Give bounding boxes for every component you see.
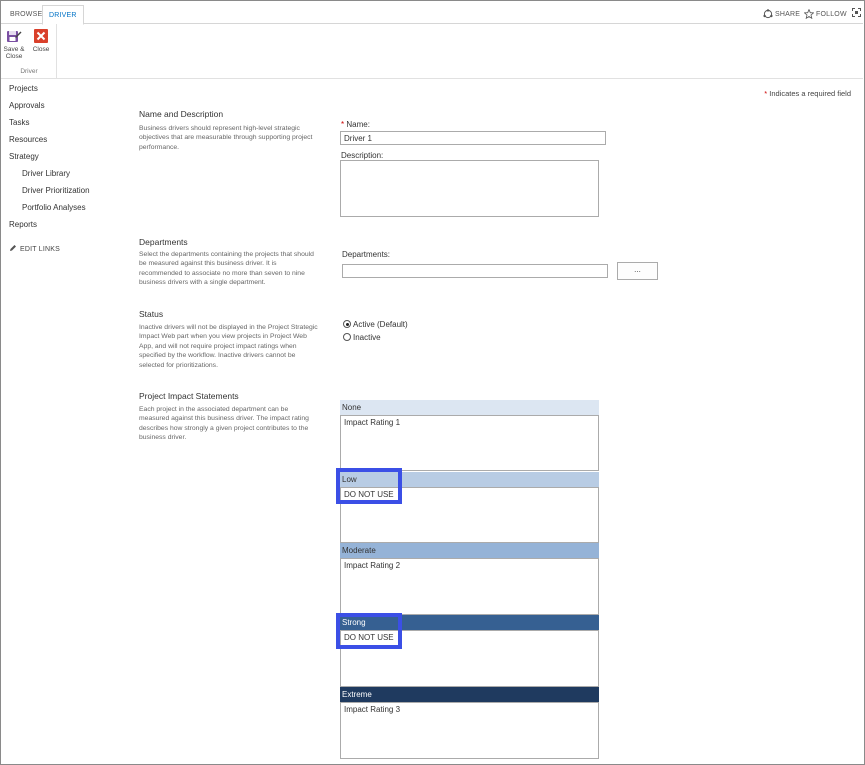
name-label-text: Name:	[346, 120, 370, 129]
nav-item-approvals[interactable]: Approvals	[9, 100, 119, 117]
left-nav: Projects Approvals Tasks Resources Strat…	[9, 83, 119, 253]
section-desc-departments: Select the departments containing the pr…	[139, 251, 314, 287]
close-icon	[34, 29, 48, 43]
share-icon	[763, 9, 773, 19]
close-label: Close	[32, 46, 50, 53]
radio-inactive-indicator[interactable]	[343, 333, 351, 341]
nav-item-driver-library[interactable]: Driver Library	[9, 168, 119, 185]
edit-links-label: EDIT LINKS	[20, 246, 60, 253]
save-close-button[interactable]: Save & Close	[3, 28, 25, 60]
nav-item-tasks[interactable]: Tasks	[9, 117, 119, 134]
save-close-label-1: Save &	[3, 46, 25, 53]
ribbon-group-driver: Save & Close Close Driver	[1, 24, 57, 78]
impact-text-moderate: Impact Rating 2	[344, 561, 401, 570]
section-desc-name: Business drivers should represent high-l…	[139, 125, 313, 151]
top-bar: BROWSE DRIVER SHARE FOLLOW	[1, 1, 863, 25]
highlight-box-low	[336, 468, 402, 504]
departments-label: Departments:	[342, 250, 391, 259]
impact-header-moderate: Moderate	[340, 543, 599, 558]
ribbon: Save & Close Close Driver	[1, 24, 863, 79]
departments-browse-button[interactable]: ...	[617, 262, 658, 280]
impact-text-extreme: Impact Rating 3	[344, 705, 401, 714]
required-star: *	[764, 89, 768, 98]
impact-text-none: Impact Rating 1	[344, 418, 401, 427]
nav-item-driver-prioritization[interactable]: Driver Prioritization	[9, 185, 119, 202]
star-icon	[804, 9, 814, 19]
follow-button[interactable]: FOLLOW	[804, 9, 847, 19]
share-button[interactable]: SHARE	[763, 9, 800, 19]
section-title-status: Status	[139, 309, 164, 319]
follow-label: FOLLOW	[816, 10, 847, 18]
name-input[interactable]	[340, 131, 606, 145]
departments-input[interactable]	[342, 264, 608, 278]
impact-header-none: None	[340, 400, 599, 415]
section-title-departments: Departments	[139, 237, 188, 247]
close-button[interactable]: Close	[29, 28, 53, 53]
tab-driver[interactable]: DRIVER	[42, 5, 84, 25]
nav-item-portfolio-analyses[interactable]: Portfolio Analyses	[9, 202, 119, 219]
nav-item-projects[interactable]: Projects	[9, 83, 119, 100]
pencil-icon	[10, 245, 16, 251]
highlight-box-strong	[336, 613, 402, 649]
description-label: Description:	[341, 151, 384, 160]
nav-item-reports[interactable]: Reports	[9, 219, 119, 236]
section-title-name: Name and Description	[139, 109, 224, 119]
status-inactive-radio[interactable]: Inactive	[343, 333, 381, 342]
ribbon-group-label: Driver	[20, 68, 38, 75]
radio-active-indicator[interactable]	[343, 320, 351, 328]
status-active-radio[interactable]: Active (Default)	[343, 320, 408, 329]
section-desc-status: Inactive drivers will not be displayed i…	[139, 324, 318, 369]
save-icon	[7, 31, 22, 42]
nav-item-resources[interactable]: Resources	[9, 134, 119, 151]
focus-icon[interactable]	[852, 8, 861, 17]
nav-item-strategy[interactable]: Strategy	[9, 151, 119, 168]
description-textarea[interactable]	[340, 160, 599, 217]
required-field-note: * Indicates a required field	[764, 89, 851, 98]
impact-header-extreme: Extreme	[340, 687, 599, 702]
section-desc-impact: Each project in the associated departmen…	[139, 406, 309, 442]
required-note-text: Indicates a required field	[769, 89, 851, 98]
edit-links-button[interactable]: EDIT LINKS	[9, 244, 119, 253]
share-label: SHARE	[775, 10, 801, 18]
section-title-impact: Project Impact Statements	[139, 391, 239, 401]
name-label: * Name:	[341, 120, 370, 129]
status-active-label: Active (Default)	[353, 320, 408, 329]
save-close-label-2: Close	[5, 53, 23, 60]
name-required-star: *	[341, 120, 345, 129]
status-inactive-label: Inactive	[353, 333, 381, 342]
